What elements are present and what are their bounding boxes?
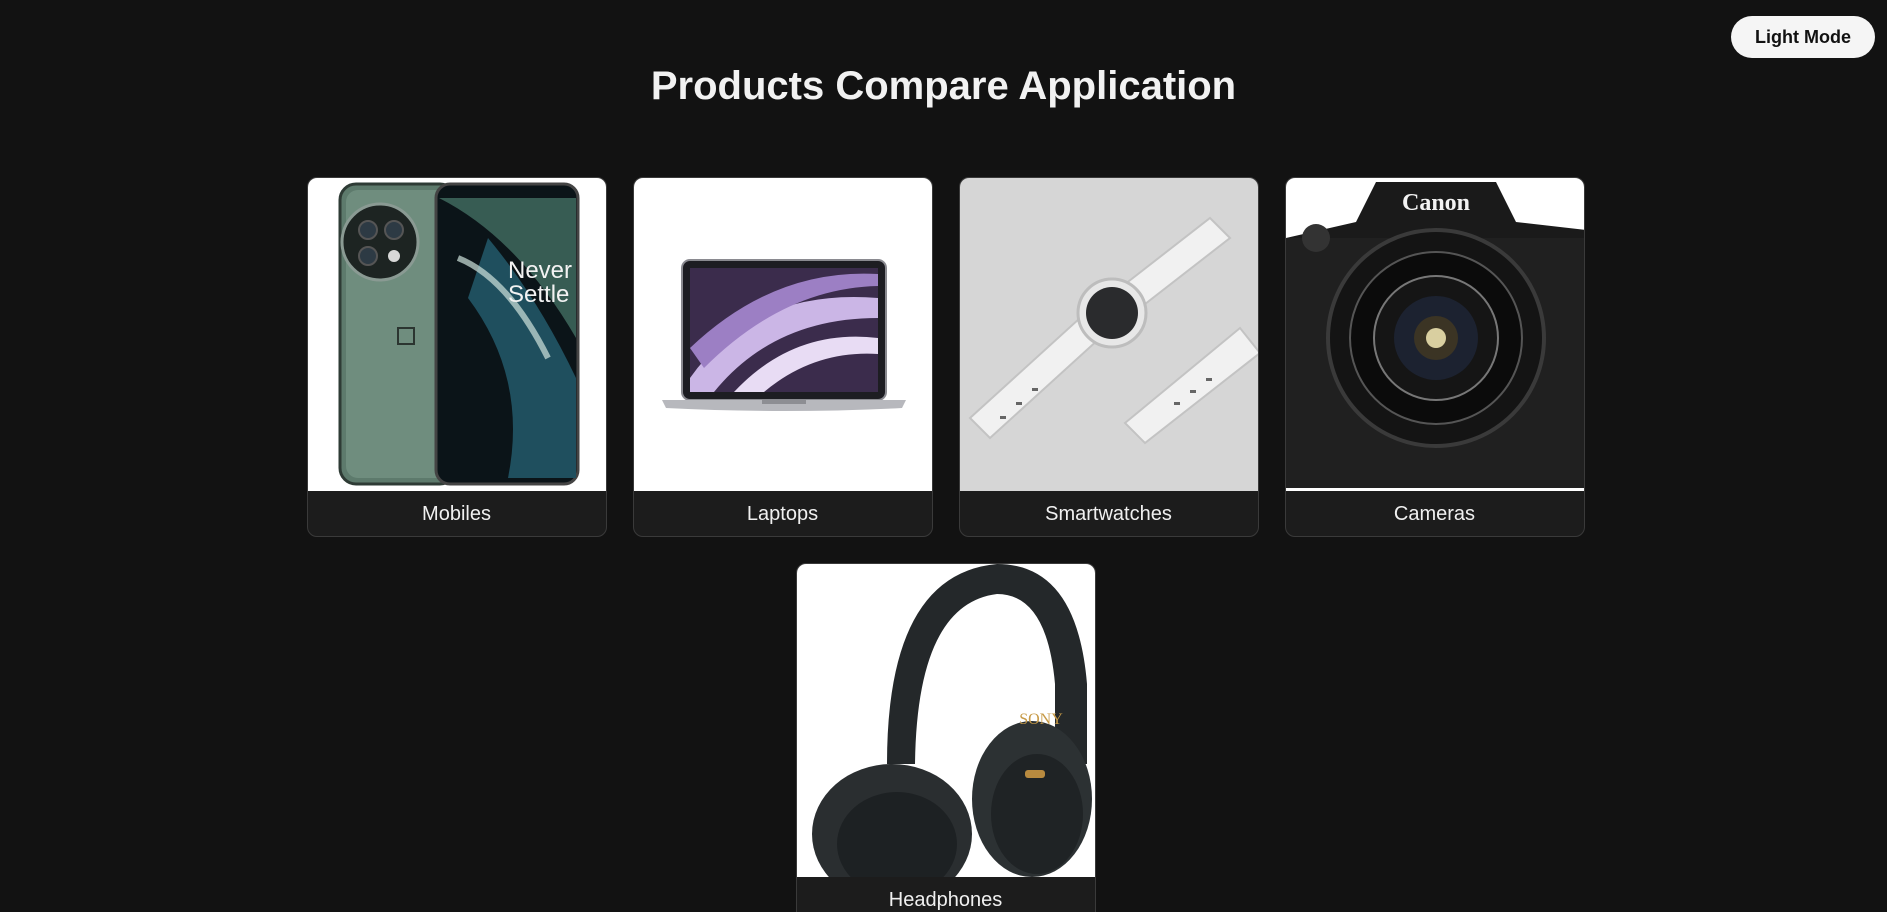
phone-image: Never Settle (307, 178, 606, 491)
category-label: Laptops (746, 503, 819, 525)
theme-toggle-button[interactable]: Light Mode (1731, 16, 1875, 58)
category-label: Cameras (1393, 503, 1476, 525)
app-root: Light Mode Products Compare Application (0, 0, 1887, 912)
category-label: Mobiles (422, 503, 491, 525)
category-label: Smartwatches (1045, 503, 1172, 525)
page-title: Products Compare Application (650, 64, 1237, 108)
category-card-smartwatches[interactable]: Smartwatches (958, 177, 1259, 537)
phone-brand-text: Never (508, 257, 572, 284)
category-card-headphones[interactable]: SONY Headphones (795, 563, 1096, 912)
camera-brand-text: Canon (1401, 190, 1469, 216)
category-card-laptops[interactable]: Laptops (632, 177, 933, 537)
headphones-image: SONY (796, 564, 1095, 877)
laptop-image (633, 178, 932, 491)
svg-text:Settle: Settle (508, 281, 569, 308)
smartwatch-image (959, 178, 1258, 491)
category-grid: Never Settle Mobiles Laptops Smartwatche… (303, 177, 1588, 912)
category-label: Headphones (888, 889, 1003, 911)
category-card-cameras[interactable]: Canon Cameras (1284, 177, 1585, 537)
camera-image: Canon (1285, 178, 1584, 491)
category-card-mobiles[interactable]: Never Settle Mobiles (306, 177, 607, 537)
headphones-brand-text: SONY (1019, 711, 1063, 728)
